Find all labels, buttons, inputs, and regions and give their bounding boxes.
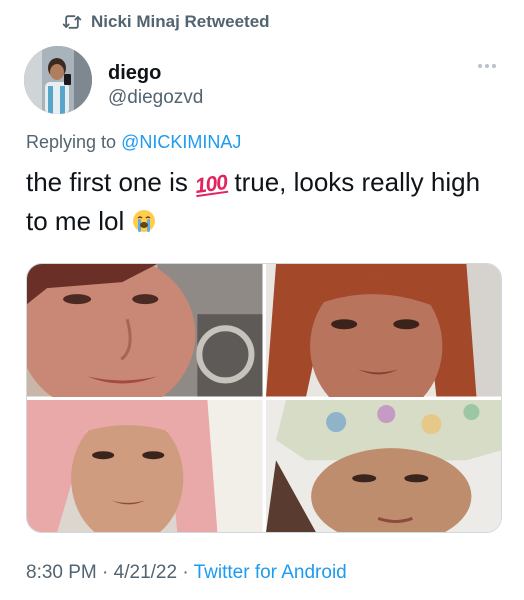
replying-to-mention[interactable]: @NICKIMINAJ [121,132,241,152]
tweet-time[interactable]: 8:30 PM [26,562,97,583]
more-dot [485,64,489,68]
more-dot [492,64,496,68]
replying-to-prefix: Replying to [26,132,117,152]
meta-separator: · [177,562,194,583]
hundred-points-emoji: 100 [193,170,229,199]
photo-3[interactable] [27,399,263,532]
meta-separator: · [96,562,114,583]
replying-to: Replying to @NICKIMINAJ [26,132,241,153]
tweet-meta: 8:30 PM · 4/21/22 · Twitter for Android [26,562,347,584]
retweet-icon [62,13,82,31]
loudly-crying-face-emoji [132,206,156,232]
photo-4[interactable] [265,399,501,532]
more-options-icon[interactable] [478,64,496,68]
retweeted-by-label: Nicki Minaj Retweeted [91,12,270,31]
author-block[interactable]: diego @diegozvd [108,62,203,110]
tweet-card[interactable]: Nicki Minaj Retweeted diego @diegozvd Re… [0,0,524,600]
tweet-date[interactable]: 4/21/22 [114,562,177,583]
author-handle[interactable]: @diegozvd [108,86,203,110]
retweeted-by-row[interactable]: Nicki Minaj Retweeted [62,12,270,32]
media-grid[interactable] [26,263,502,533]
more-dot [478,64,482,68]
tweet-source[interactable]: Twitter for Android [194,562,347,583]
author-display-name[interactable]: diego [108,62,203,84]
avatar[interactable] [24,46,92,114]
photo-1[interactable] [27,264,263,397]
photo-2[interactable] [265,264,501,397]
tweet-text-part-1: the first one is [26,167,196,197]
tweet-text: the first one is 100 true, looks really … [26,164,496,239]
